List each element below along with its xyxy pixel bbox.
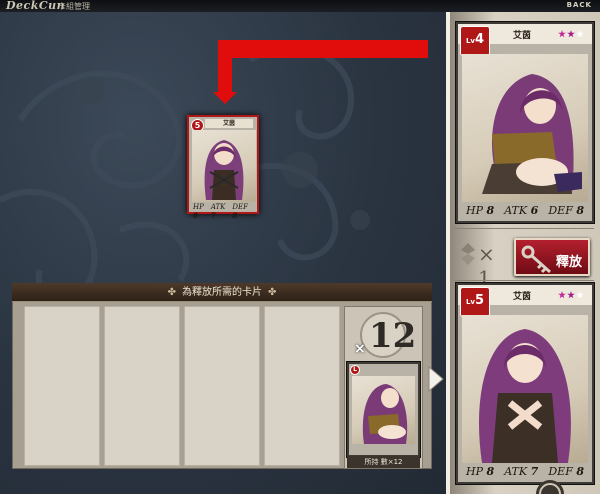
flourish-icon: ✤ — [268, 287, 277, 298]
divider — [454, 280, 594, 281]
release-button-label: 釋放 — [555, 255, 582, 270]
card-art — [352, 376, 415, 444]
pointer-arrow-head — [213, 92, 237, 104]
card-slot-empty[interactable] — [104, 306, 180, 466]
card-slot-empty[interactable] — [24, 306, 100, 466]
level-value: 5 — [474, 293, 485, 308]
card-name: 艾茵 — [205, 119, 253, 128]
screen-title: 卡組管理 — [58, 2, 90, 11]
star-icon — [576, 291, 584, 299]
divider — [454, 228, 594, 229]
level-prefix: Lv — [465, 298, 475, 306]
card-level-badge: L — [350, 365, 360, 375]
rarity-stars — [558, 291, 584, 299]
def-value: DEF 8 — [548, 204, 584, 217]
star-icon — [576, 30, 584, 38]
pointer-arrow-bar — [218, 40, 428, 58]
level-prefix: Lv — [465, 37, 475, 45]
level-value: 4 — [474, 32, 485, 47]
hp-value: HP 8 — [466, 204, 495, 217]
app-logo: DeckCun — [6, 0, 66, 12]
chevron-right-icon — [428, 366, 444, 392]
stack-card[interactable]: L — [347, 362, 420, 457]
card-stats: HP 8 ATK 7 DEF 8 — [193, 203, 255, 220]
flourish-icon: ✤ — [167, 287, 176, 298]
card-slot-empty[interactable] — [184, 306, 260, 466]
card-slot-empty[interactable] — [264, 306, 340, 466]
card-stats: HP 8 ATK 6 DEF 8 — [466, 204, 584, 217]
rarity-stars — [558, 30, 584, 38]
card-level-badge: Lv4 — [460, 26, 490, 56]
selection-panel-title: 為釋放所需的卡片 — [182, 287, 262, 298]
emblem-icon — [536, 480, 564, 494]
hp-value: HP 8 — [466, 465, 495, 478]
hp-value: HP 8 — [193, 203, 204, 220]
def-value: DEF 8 — [548, 465, 584, 478]
star-icon — [567, 30, 575, 38]
selected-card[interactable]: 5 艾茵 HP 8 ATK 7 DEF 8 — [187, 115, 259, 220]
atk-value: ATK 7 — [504, 465, 539, 478]
result-card[interactable]: Lv5 艾茵 HP 8 ATK 7 DEF 8 — [456, 283, 594, 484]
star-icon — [567, 291, 575, 299]
card-name: 艾茵 — [512, 31, 531, 41]
stack-count: 12 — [369, 316, 417, 356]
star-icon — [558, 291, 566, 299]
owned-count-label: 所持 數×12 — [347, 456, 420, 468]
card-name: 艾茵 — [512, 292, 531, 302]
back-button[interactable]: BACK — [567, 1, 592, 9]
card-art — [192, 130, 256, 202]
card-art — [462, 54, 588, 202]
key-icon — [521, 245, 551, 274]
current-card[interactable]: Lv4 艾茵 HP 8 ATK 6 DEF 8 — [456, 22, 594, 223]
card-stats: HP 8 ATK 7 DEF 8 — [466, 465, 584, 478]
star-icon — [558, 30, 566, 38]
selection-panel-header: ✤ 為釋放所需的卡片 ✤ — [12, 283, 432, 302]
atk-value: ATK 7 — [210, 203, 226, 220]
atk-value: ATK 6 — [504, 204, 539, 217]
card-art — [462, 315, 588, 463]
card-level-badge: Lv5 — [460, 287, 490, 317]
gem-icon — [461, 243, 475, 265]
top-bar: DeckCun 卡組管理 BACK — [0, 0, 600, 12]
def-value: DEF 8 — [232, 203, 249, 220]
release-button[interactable]: 釋放 — [514, 238, 590, 276]
pointer-arrow-stem — [218, 40, 232, 96]
stack-multiplier: × — [354, 341, 366, 357]
release-cost: × 1 — [454, 234, 512, 290]
